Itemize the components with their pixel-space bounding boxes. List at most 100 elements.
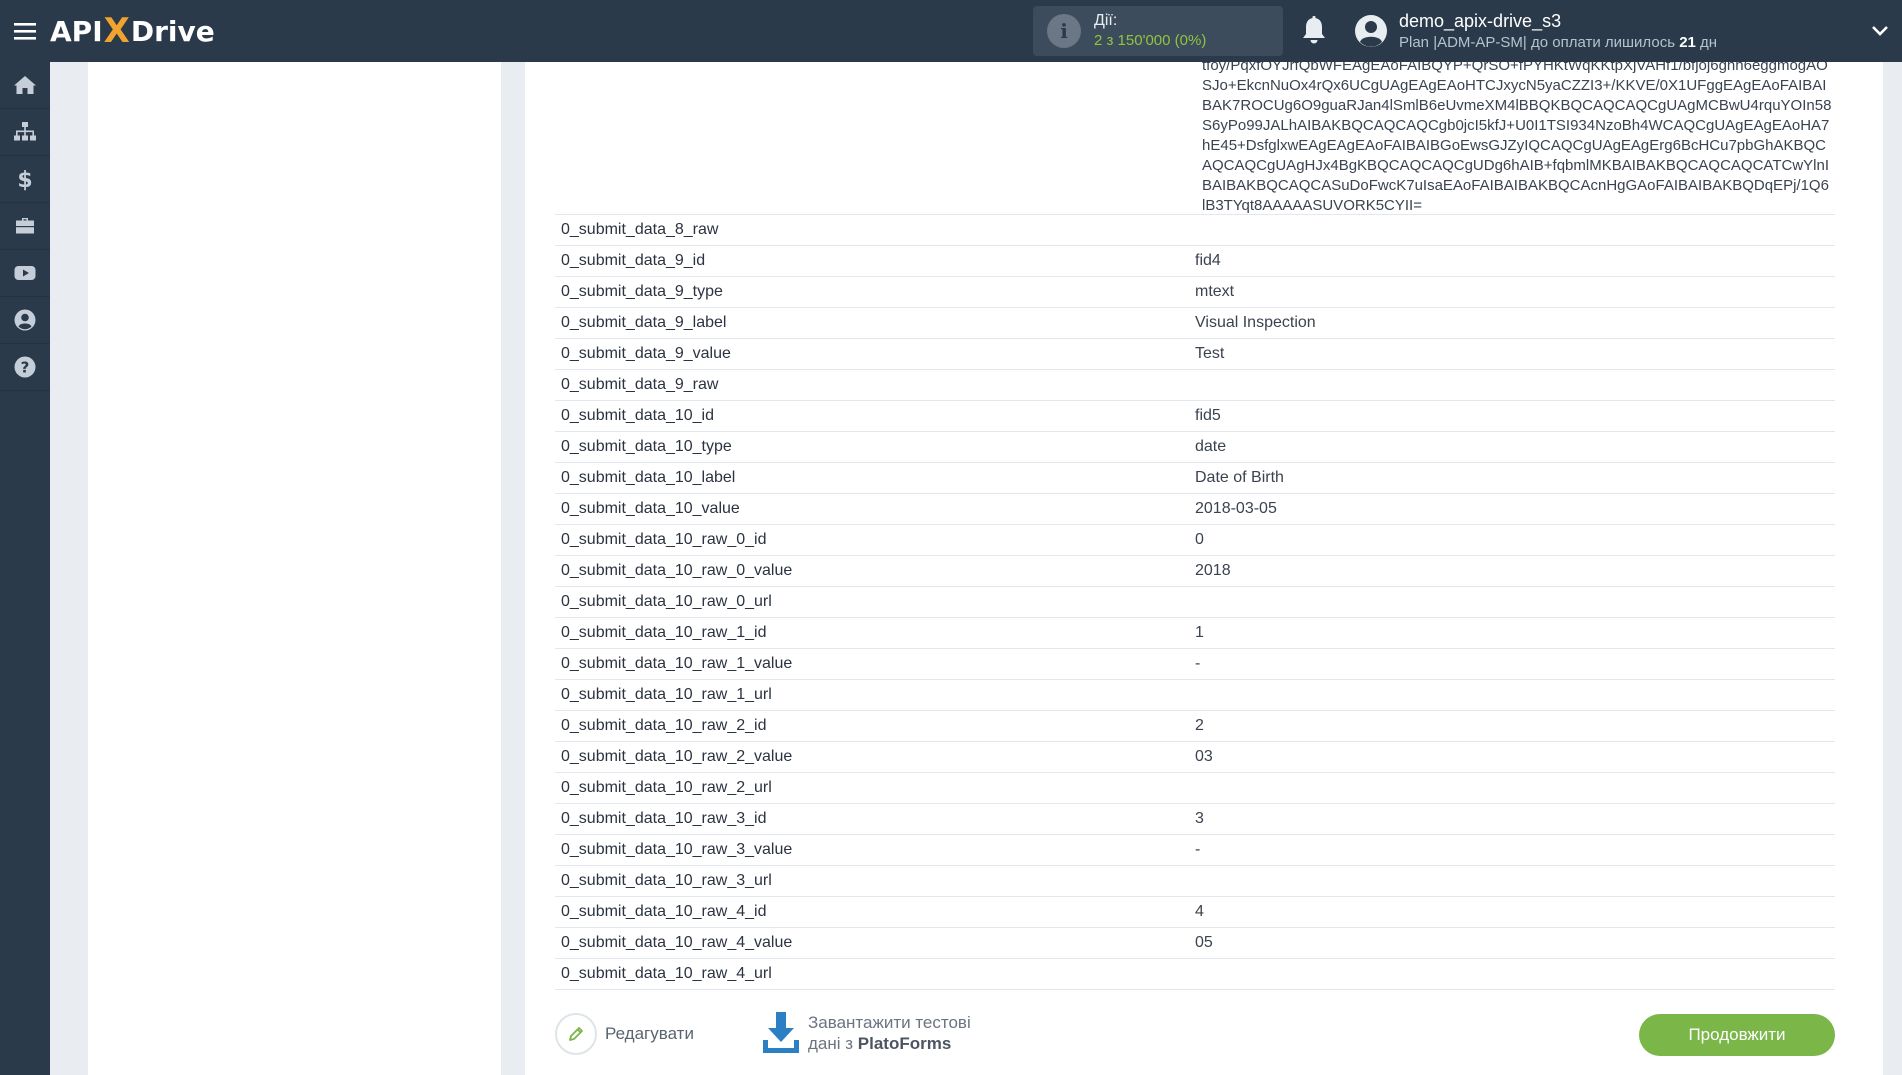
plan-text: Plan |ADM-AP-SM| до оплати лишилось bbox=[1399, 34, 1680, 51]
table-row: 0_submit_data_10_id fid5 bbox=[555, 400, 1835, 431]
field-value: 05 bbox=[1195, 934, 1213, 951]
home-icon bbox=[14, 76, 36, 94]
table-row: 0_submit_data_10_raw_2_value 03 bbox=[555, 741, 1835, 772]
continue-button[interactable]: Продовжити bbox=[1639, 1014, 1835, 1056]
left-sidebar: $ ? bbox=[0, 62, 50, 1075]
field-value: fid4 bbox=[1195, 252, 1221, 269]
menu-toggle-button[interactable] bbox=[0, 0, 50, 62]
actions-counter: i Дії: 2 з 150'000 (0%) bbox=[1033, 6, 1283, 56]
field-key: 0_submit_data_9_type bbox=[561, 283, 723, 300]
field-value: 2018 bbox=[1195, 562, 1231, 579]
download-line1: Завантажити тестові bbox=[808, 1013, 971, 1032]
sidebar-item-services[interactable] bbox=[0, 203, 50, 250]
table-row: 0_submit_data_10_type date bbox=[555, 431, 1835, 462]
field-value: Visual Inspection bbox=[1195, 314, 1316, 331]
field-key: 0_submit_data_9_label bbox=[561, 314, 727, 331]
field-value: 4 bbox=[1195, 903, 1204, 920]
field-key: 0_submit_data_10_raw_0_value bbox=[561, 562, 793, 579]
field-key: 0_submit_data_10_label bbox=[561, 469, 736, 486]
edit-circle bbox=[555, 1013, 597, 1055]
download-label: Завантажити тестові дані з PlatoForms bbox=[808, 1012, 971, 1054]
base64-image-value: tfoy/PqxfOYJrfQbWFEAgEAoFAIBQYP+QrSO+fPY… bbox=[1202, 62, 1832, 214]
logo-x: X bbox=[103, 11, 130, 51]
table-row: 0_submit_data_8_raw bbox=[555, 214, 1835, 245]
field-key: 0_submit_data_9_value bbox=[561, 345, 731, 362]
field-key: 0_submit_data_9_id bbox=[561, 252, 706, 269]
field-key: 0_submit_data_8_raw bbox=[561, 221, 719, 238]
table-row: 0_submit_data_10_raw_0_id 0 bbox=[555, 524, 1835, 555]
pencil-icon bbox=[569, 1027, 583, 1041]
sidebar-item-connections[interactable] bbox=[0, 109, 50, 156]
username: demo_apix-drive_s3 bbox=[1399, 11, 1562, 31]
test-data-panel: tfoy/PqxfOYJrfQbWFEAgEAoFAIBQYP+QrSO+fPY… bbox=[525, 62, 1883, 1075]
table-row: 0_submit_data_10_raw_1_id 1 bbox=[555, 617, 1835, 648]
table-row: 0_submit_data_10_raw_1_url bbox=[555, 679, 1835, 710]
table-row: 0_submit_data_10_raw_2_url bbox=[555, 772, 1835, 803]
top-bar: API X Drive i Дії: 2 з 150'000 (0%) demo_a… bbox=[0, 0, 1902, 62]
dollar-icon: $ bbox=[17, 168, 32, 191]
field-value: Date of Birth bbox=[1195, 469, 1284, 486]
field-key: 0_submit_data_10_value bbox=[561, 500, 740, 517]
actions-value: 2 з 150'000 (0%) bbox=[1094, 32, 1207, 49]
table-row: 0_submit_data_10_raw_3_value - bbox=[555, 834, 1835, 865]
table-row: 0_submit_data_10_raw_1_value - bbox=[555, 648, 1835, 679]
actions-label: Дії: bbox=[1094, 12, 1118, 29]
download-service-name: PlatoForms bbox=[857, 1034, 952, 1053]
table-row: 0_submit_data_10_raw_4_value 05 bbox=[555, 927, 1835, 958]
plan-days: 21 bbox=[1679, 34, 1696, 51]
table-row: 0_submit_data_9_type mtext bbox=[555, 276, 1835, 307]
field-key: 0_submit_data_10_raw_1_value bbox=[561, 655, 793, 672]
download-line2-prefix: дані з bbox=[808, 1034, 858, 1053]
field-key: 0_submit_data_10_raw_0_id bbox=[561, 531, 767, 548]
field-key: 0_submit_data_10_raw_4_value bbox=[561, 934, 793, 951]
field-key: 0_submit_data_10_raw_4_id bbox=[561, 903, 767, 920]
field-key: 0_submit_data_10_raw_3_value bbox=[561, 841, 793, 858]
field-key: 0_submit_data_10_raw_4_url bbox=[561, 965, 772, 982]
table-row: 0_submit_data_10_raw_0_url bbox=[555, 586, 1835, 617]
download-line2: дані з PlatoForms bbox=[808, 1033, 971, 1054]
table-row: 0_submit_data_9_raw bbox=[555, 369, 1835, 400]
download-test-data-button[interactable]: Завантажити тестові дані з PlatoForms bbox=[760, 1010, 971, 1056]
field-key: 0_submit_data_10_id bbox=[561, 407, 715, 424]
field-key: 0_submit_data_9_raw bbox=[561, 376, 719, 393]
user-avatar-icon[interactable] bbox=[1354, 14, 1388, 48]
apix-drive-logo[interactable]: API X Drive bbox=[50, 0, 215, 62]
field-value: fid5 bbox=[1195, 407, 1221, 424]
question-icon: ? bbox=[14, 356, 36, 378]
field-value: mtext bbox=[1195, 283, 1235, 300]
sidebar-item-account[interactable] bbox=[0, 297, 50, 344]
table-row: 0_submit_data_10_value 2018-03-05 bbox=[555, 493, 1835, 524]
sidebar-item-videos[interactable] bbox=[0, 250, 50, 297]
field-key: 0_submit_data_10_raw_2_id bbox=[561, 717, 767, 734]
user-info[interactable]: demo_apix-drive_s3 Plan |ADM-AP-SM| до о… bbox=[1399, 11, 1717, 53]
chevron-down-icon[interactable] bbox=[1871, 22, 1889, 40]
field-key: 0_submit_data_10_type bbox=[561, 438, 732, 455]
table-row: 0_submit_data_9_value Test bbox=[555, 338, 1835, 369]
bell-icon[interactable] bbox=[1299, 15, 1329, 47]
action-footer: Редагувати Завантажити тестові дані з Pl… bbox=[555, 1010, 1835, 1060]
table-row: 0_submit_data_10_raw_4_url bbox=[555, 958, 1835, 989]
field-key: 0_submit_data_10_raw_3_id bbox=[561, 810, 767, 827]
user-circle-icon bbox=[14, 309, 36, 331]
sidebar-item-home[interactable] bbox=[0, 62, 50, 109]
left-panel bbox=[88, 62, 501, 1075]
sidebar-item-billing[interactable]: $ bbox=[0, 156, 50, 203]
table-row: 0_submit_data_10_raw_4_id 4 bbox=[555, 896, 1835, 927]
field-key: 0_submit_data_10_raw_2_url bbox=[561, 779, 772, 796]
table-bottom-border bbox=[555, 989, 1835, 990]
plan-days-unit: дн bbox=[1695, 34, 1718, 51]
field-value: 1 bbox=[1195, 624, 1204, 641]
field-value: 03 bbox=[1195, 748, 1213, 765]
field-key: 0_submit_data_10_raw_3_url bbox=[561, 872, 772, 889]
edit-button[interactable]: Редагувати bbox=[555, 1013, 694, 1055]
field-value: - bbox=[1195, 841, 1201, 858]
field-value: 0 bbox=[1195, 531, 1204, 548]
svg-text:?: ? bbox=[21, 359, 30, 377]
table-row: 0_submit_data_9_id fid4 bbox=[555, 245, 1835, 276]
svg-text:$: $ bbox=[17, 168, 32, 191]
table-row: 0_submit_data_9_label Visual Inspection bbox=[555, 307, 1835, 338]
field-key: 0_submit_data_10_raw_1_url bbox=[561, 686, 772, 703]
table-row: 0_submit_data_10_raw_3_id 3 bbox=[555, 803, 1835, 834]
field-key: 0_submit_data_10_raw_2_value bbox=[561, 748, 793, 765]
sidebar-item-help[interactable]: ? bbox=[0, 344, 50, 391]
